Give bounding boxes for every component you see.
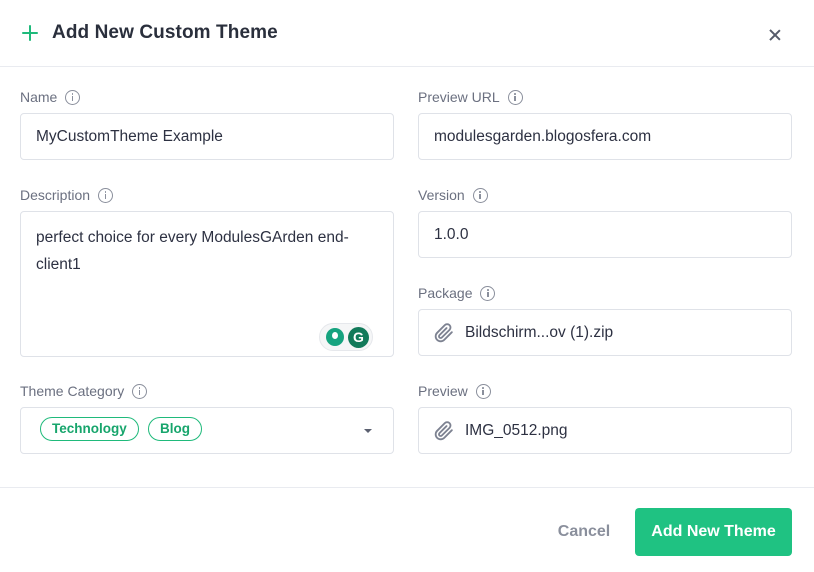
preview-url-label-text: Preview URL [418, 89, 500, 105]
paperclip-icon [434, 322, 453, 342]
grammarly-widget[interactable] [319, 323, 373, 351]
plus-icon [22, 25, 38, 41]
version-input-value: 1.0.0 [434, 225, 469, 243]
description-textarea[interactable]: perfect choice for every ModulesGArden e… [20, 211, 394, 357]
version-label-text: Version [418, 187, 465, 203]
preview-label: Preview [418, 383, 491, 399]
info-icon[interactable] [480, 285, 496, 301]
name-label-text: Name [20, 89, 58, 105]
footer-divider [0, 487, 814, 488]
info-icon[interactable] [132, 383, 148, 399]
version-input[interactable]: 1.0.0 [418, 211, 792, 258]
add-new-theme-button[interactable]: Add New Theme [635, 508, 792, 556]
preview-url-label: Preview URL [418, 89, 523, 105]
preview-file-input[interactable]: IMG_0512.png [418, 407, 792, 454]
info-icon[interactable] [507, 89, 523, 105]
name-input-value: MyCustomTheme Example [36, 127, 223, 145]
category-tag-blog[interactable]: Blog [148, 417, 202, 441]
info-icon[interactable] [65, 89, 81, 105]
theme-category-label: Theme Category [20, 383, 148, 399]
preview-url-input-value: modulesgarden.blogosfera.com [434, 127, 652, 145]
preview-url-input[interactable]: modulesgarden.blogosfera.com [418, 113, 792, 160]
package-label-text: Package [418, 285, 473, 301]
preview-label-text: Preview [418, 383, 468, 399]
dialog-title: Add New Custom Theme [52, 22, 278, 43]
name-input[interactable]: MyCustomTheme Example [20, 113, 394, 160]
close-icon[interactable] [767, 27, 783, 43]
paperclip-icon [434, 420, 453, 440]
theme-category-label-text: Theme Category [20, 383, 125, 399]
info-icon[interactable] [475, 383, 491, 399]
description-label: Description [20, 187, 114, 203]
lightbulb-icon[interactable] [326, 328, 344, 346]
chevron-down-icon[interactable] [364, 428, 372, 433]
cancel-button[interactable]: Cancel [544, 508, 624, 556]
package-label: Package [418, 285, 496, 301]
name-label: Name [20, 89, 81, 105]
package-file-input[interactable]: Bildschirm...ov (1).zip [418, 309, 792, 356]
preview-file-name: IMG_0512.png [465, 421, 568, 439]
info-icon[interactable] [98, 187, 114, 203]
version-label: Version [418, 187, 488, 203]
description-textarea-value: perfect choice for every ModulesGArden e… [36, 229, 349, 273]
package-file-name: Bildschirm...ov (1).zip [465, 323, 614, 341]
info-icon[interactable] [472, 187, 488, 203]
description-label-text: Description [20, 187, 91, 203]
dialog-header: Add New Custom Theme [0, 0, 814, 67]
category-tag-technology[interactable]: Technology [40, 417, 139, 441]
grammarly-icon[interactable] [348, 327, 369, 348]
theme-category-select[interactable]: Technology Blog [20, 407, 394, 454]
